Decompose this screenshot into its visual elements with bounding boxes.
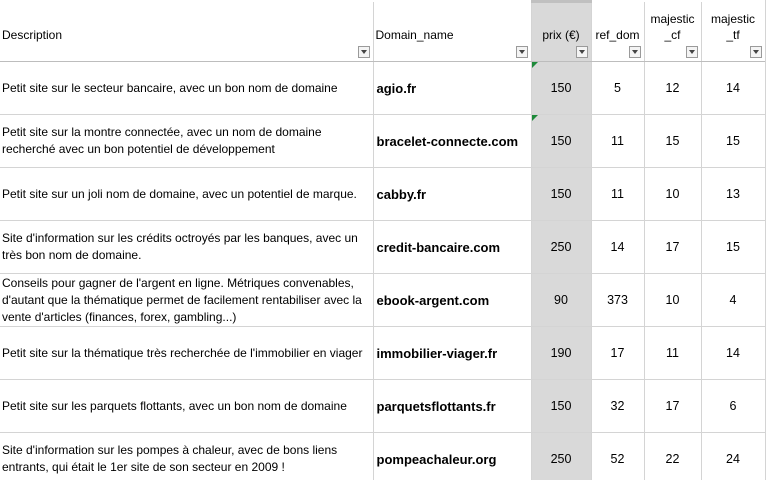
majestic-cf-cell[interactable]: 15 (644, 114, 702, 168)
description-cell[interactable]: Petit site sur le secteur bancaire, avec… (0, 61, 374, 115)
domain-cell[interactable]: cabby.fr (373, 167, 532, 221)
description-cell[interactable]: Petit site sur la thématique très recher… (0, 326, 374, 380)
domain-cell[interactable]: bracelet-connecte.com (373, 114, 532, 168)
header-majestic-tf[interactable]: majestic _tf (701, 1, 766, 62)
table-row: Petit site sur un joli nom de domaine, a… (0, 167, 766, 221)
majestic-cf-cell[interactable]: 22 (644, 432, 702, 480)
filter-dropdown-icon[interactable] (515, 46, 528, 58)
majestic-tf-cell[interactable]: 15 (701, 220, 766, 274)
table-row: Site d'information sur les crédits octro… (0, 220, 766, 274)
ref-dom-cell[interactable]: 11 (591, 114, 645, 168)
description-cell[interactable]: Petit site sur la montre connectée, avec… (0, 114, 374, 168)
prix-cell[interactable]: 250 (531, 432, 592, 480)
header-prix[interactable]: prix (€) (531, 0, 592, 62)
header-majestic-tf-label: majestic _tf (710, 12, 755, 42)
filter-dropdown-icon[interactable] (749, 46, 762, 58)
majestic-tf-cell[interactable]: 4 (701, 273, 766, 327)
table-row: Site d'information sur les pompes à chal… (0, 432, 766, 480)
filter-dropdown-icon[interactable] (575, 46, 588, 58)
majestic-cf-cell[interactable]: 10 (644, 273, 702, 327)
table-row: Petit site sur la thématique très recher… (0, 326, 766, 380)
prix-cell[interactable]: 190 (531, 326, 592, 380)
description-cell[interactable]: Petit site sur un joli nom de domaine, a… (0, 167, 374, 221)
header-majestic-cf[interactable]: majestic _cf (644, 1, 702, 62)
table-row: Petit site sur la montre connectée, avec… (0, 114, 766, 168)
comment-indicator-icon[interactable] (531, 115, 538, 121)
description-cell[interactable]: Site d'information sur les pompes à chal… (0, 432, 374, 480)
majestic-tf-cell[interactable]: 6 (701, 379, 766, 433)
header-row: Description Domain_name prix (€) ref_dom… (0, 0, 766, 62)
table-row: Petit site sur le secteur bancaire, avec… (0, 61, 766, 115)
comment-indicator-icon[interactable] (531, 62, 538, 68)
table-row: Conseils pour gagner de l'argent en lign… (0, 273, 766, 327)
majestic-cf-cell[interactable]: 17 (644, 379, 702, 433)
ref-dom-cell[interactable]: 5 (591, 61, 645, 115)
prix-cell[interactable]: 150 (531, 61, 592, 115)
filter-dropdown-icon[interactable] (357, 46, 370, 58)
domain-cell[interactable]: ebook-argent.com (373, 273, 532, 327)
header-ref-dom-label: ref_dom (595, 28, 640, 42)
header-majestic-cf-label: majestic _cf (650, 12, 695, 42)
spreadsheet: Description Domain_name prix (€) ref_dom… (0, 0, 768, 480)
table-row: Petit site sur les parquets flottants, a… (0, 379, 766, 433)
header-domain-name-label: Domain_name (375, 28, 454, 42)
ref-dom-cell[interactable]: 373 (591, 273, 645, 327)
ref-dom-cell[interactable]: 14 (591, 220, 645, 274)
ref-dom-cell[interactable]: 32 (591, 379, 645, 433)
header-domain-name[interactable]: Domain_name (373, 1, 532, 62)
filter-dropdown-icon[interactable] (685, 46, 698, 58)
ref-dom-cell[interactable]: 17 (591, 326, 645, 380)
majestic-cf-cell[interactable]: 12 (644, 61, 702, 115)
prix-cell[interactable]: 250 (531, 220, 592, 274)
ref-dom-cell[interactable]: 11 (591, 167, 645, 221)
prix-cell[interactable]: 90 (531, 273, 592, 327)
majestic-cf-cell[interactable]: 10 (644, 167, 702, 221)
domain-cell[interactable]: pompeachaleur.org (373, 432, 532, 480)
domain-table: Description Domain_name prix (€) ref_dom… (0, 0, 766, 480)
filter-dropdown-icon[interactable] (628, 46, 641, 58)
majestic-tf-cell[interactable]: 15 (701, 114, 766, 168)
domain-cell[interactable]: credit-bancaire.com (373, 220, 532, 274)
description-cell[interactable]: Site d'information sur les crédits octro… (0, 220, 374, 274)
majestic-tf-cell[interactable]: 13 (701, 167, 766, 221)
majestic-tf-cell[interactable]: 24 (701, 432, 766, 480)
header-description-label: Description (2, 28, 63, 42)
majestic-cf-cell[interactable]: 17 (644, 220, 702, 274)
header-ref-dom[interactable]: ref_dom (591, 1, 645, 62)
majestic-cf-cell[interactable]: 11 (644, 326, 702, 380)
prix-cell[interactable]: 150 (531, 379, 592, 433)
ref-dom-cell[interactable]: 52 (591, 432, 645, 480)
header-description[interactable]: Description (0, 1, 374, 62)
domain-cell[interactable]: parquetsflottants.fr (373, 379, 532, 433)
description-cell[interactable]: Conseils pour gagner de l'argent en lign… (0, 273, 374, 327)
header-prix-label: prix (€) (542, 28, 580, 42)
domain-cell[interactable]: agio.fr (373, 61, 532, 115)
prix-cell[interactable]: 150 (531, 114, 592, 168)
description-cell[interactable]: Petit site sur les parquets flottants, a… (0, 379, 374, 433)
majestic-tf-cell[interactable]: 14 (701, 61, 766, 115)
prix-cell[interactable]: 150 (531, 167, 592, 221)
majestic-tf-cell[interactable]: 14 (701, 326, 766, 380)
domain-cell[interactable]: immobilier-viager.fr (373, 326, 532, 380)
